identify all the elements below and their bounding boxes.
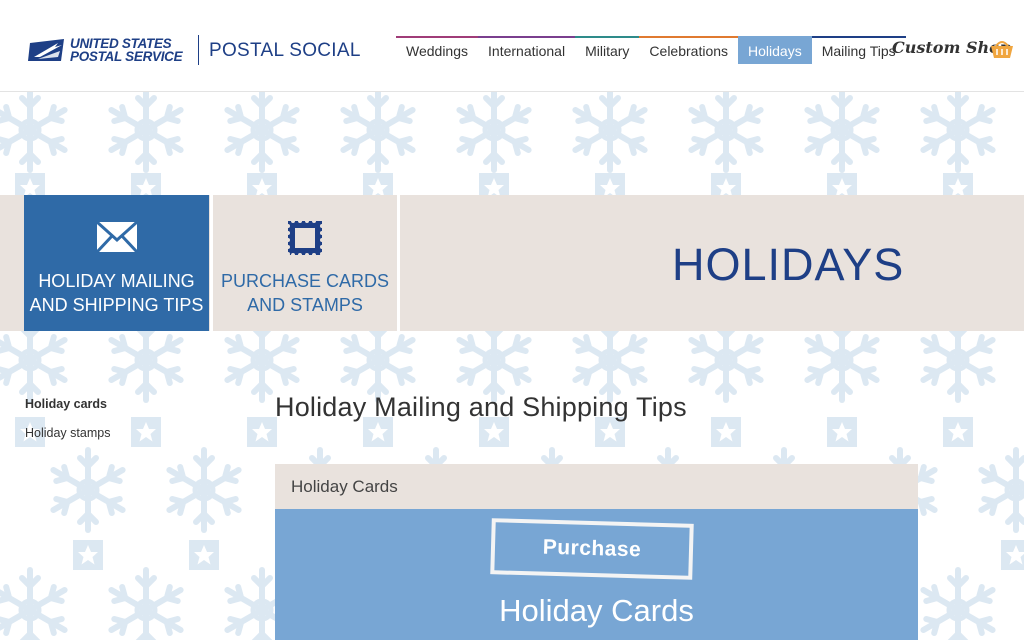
tile-mailing-line-2: AND SHIPPING TIPS bbox=[29, 295, 204, 315]
stamp-icon bbox=[288, 221, 322, 255]
envelope-icon bbox=[95, 221, 138, 253]
banner-divider bbox=[397, 195, 400, 331]
eagle-logo-icon bbox=[28, 39, 64, 61]
tile-mailing-line-1: HOLIDAY MAILING bbox=[38, 271, 195, 291]
tile-purchase-line-1: PURCHASE CARDS bbox=[220, 271, 390, 291]
main-nav: Weddings International Military Celebrat… bbox=[396, 36, 906, 64]
nav-weddings[interactable]: Weddings bbox=[396, 36, 479, 64]
nav-international[interactable]: International bbox=[478, 36, 576, 64]
purchase-stamp-button[interactable]: Purchase bbox=[490, 518, 694, 580]
snowflake-row-3 bbox=[0, 320, 993, 400]
nav-holidays[interactable]: Holidays bbox=[738, 36, 812, 64]
usps-logo[interactable]: UNITED STATES POSTAL SERVICE bbox=[28, 37, 183, 64]
sidebar-item-holiday-stamps[interactable]: Holiday stamps bbox=[25, 426, 110, 440]
panel-header[interactable]: Holiday Cards bbox=[275, 464, 918, 509]
banner-divider bbox=[210, 195, 213, 331]
tile-purchase-line-2: AND STAMPS bbox=[247, 295, 363, 315]
sidebar: Holiday cards Holiday stamps bbox=[25, 397, 110, 455]
logo-line-2: POSTAL SERVICE bbox=[70, 49, 183, 64]
sidebar-item-holiday-cards[interactable]: Holiday cards bbox=[25, 397, 110, 411]
brand-title[interactable]: POSTAL SOCIAL bbox=[209, 40, 361, 62]
page-title: HOLIDAYS bbox=[672, 239, 905, 290]
panel-title: Holiday Cards bbox=[499, 593, 694, 628]
tile-holiday-mailing-tips[interactable]: HOLIDAY MAILING AND SHIPPING TIPS bbox=[24, 195, 209, 331]
snowflake-row-1 bbox=[0, 92, 993, 170]
holiday-cards-panel: Holiday Cards Purchase Holiday Cards bbox=[275, 464, 918, 640]
nav-celebrations[interactable]: Celebrations bbox=[639, 36, 739, 64]
section-title: Holiday Mailing and Shipping Tips bbox=[275, 392, 687, 422]
basket-icon[interactable] bbox=[990, 39, 1014, 59]
tile-purchase-cards-stamps[interactable]: PURCHASE CARDS AND STAMPS bbox=[214, 195, 396, 331]
logo-divider bbox=[198, 35, 199, 65]
site-header: UNITED STATES POSTAL SERVICE POSTAL SOCI… bbox=[0, 0, 1024, 92]
panel-body: Purchase Holiday Cards bbox=[275, 509, 918, 640]
nav-military[interactable]: Military bbox=[575, 36, 640, 64]
holidays-banner: HOLIDAY MAILING AND SHIPPING TIPS PURCHA… bbox=[0, 195, 1024, 331]
